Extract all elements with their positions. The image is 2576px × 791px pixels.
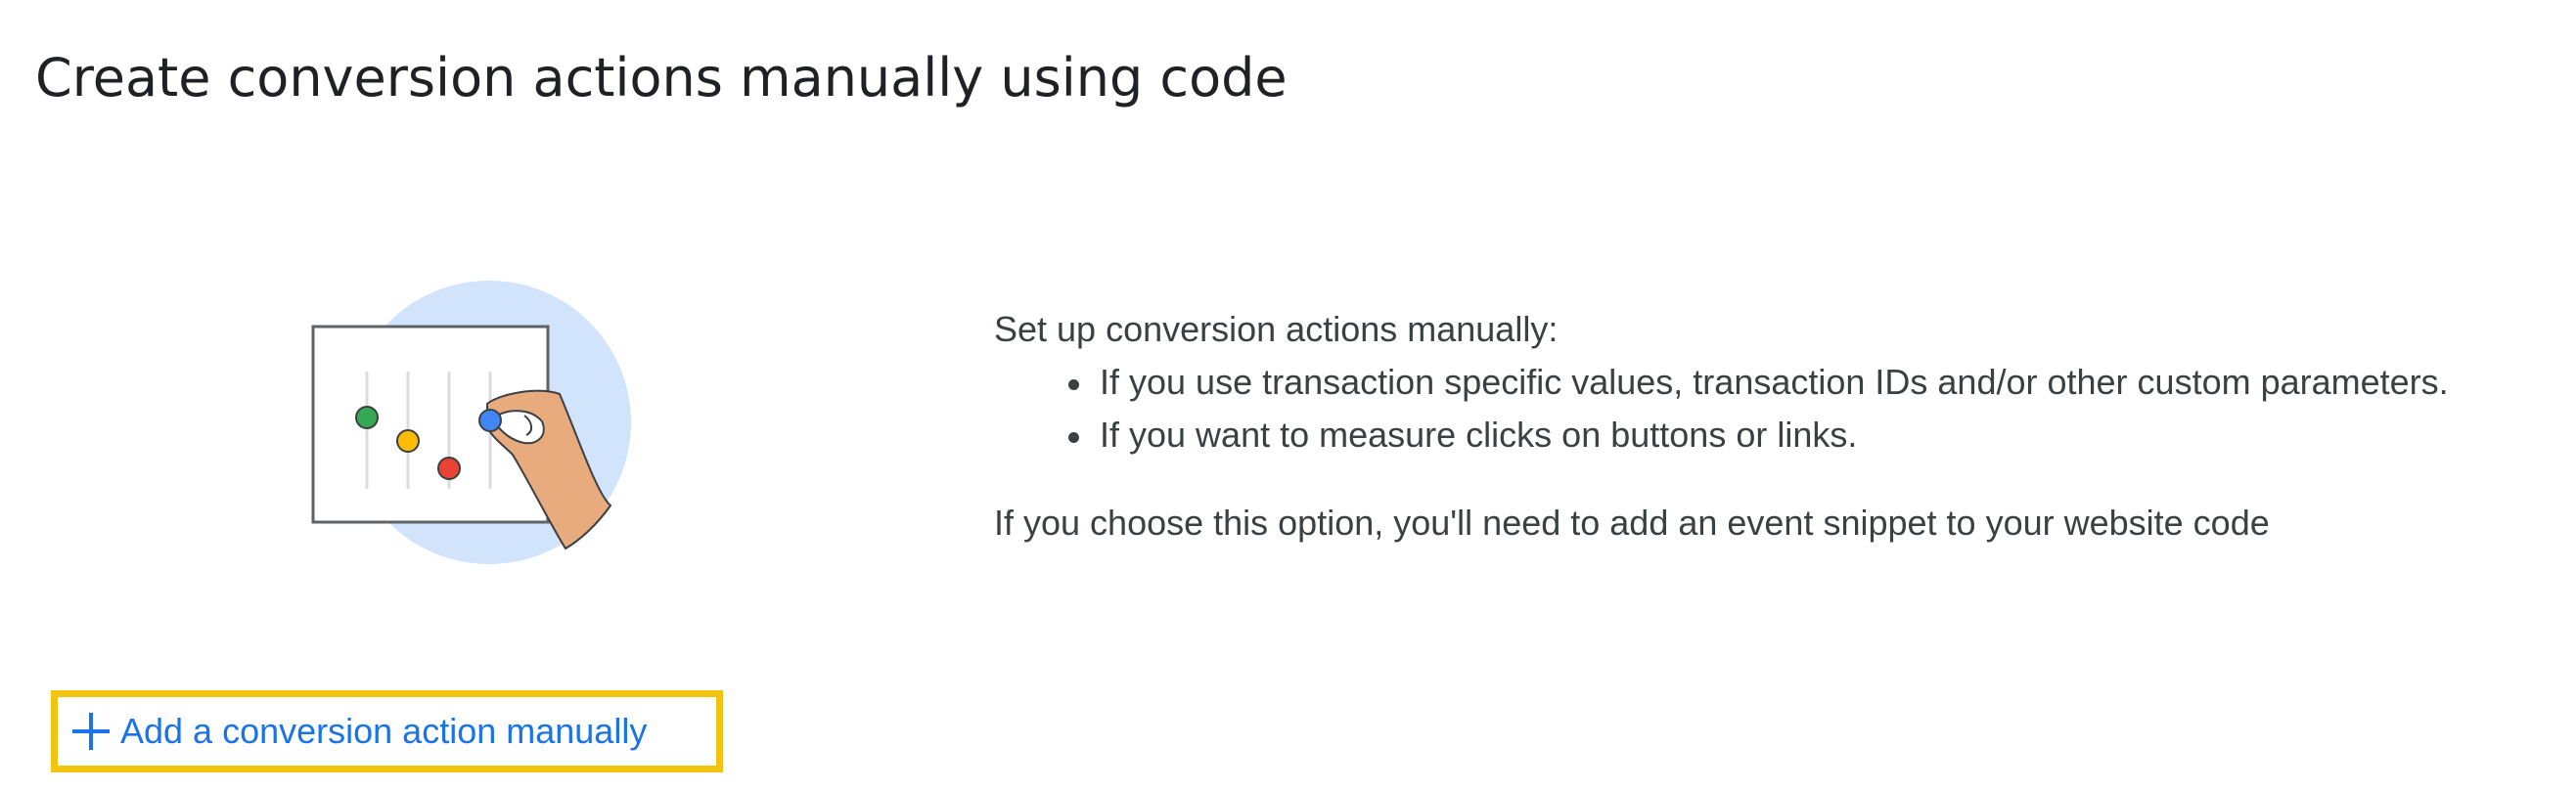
- red-slider-knob: [437, 457, 461, 480]
- page-title: Create conversion actions manually using…: [35, 47, 1288, 109]
- bullet-list: If you use transaction specific values, …: [994, 356, 2559, 461]
- bullet-text: If you want to measure clicks on buttons…: [1100, 415, 1858, 455]
- bullet-text: If you use transaction specific values, …: [1100, 362, 2449, 402]
- yellow-slider-knob: [396, 429, 420, 453]
- list-item: If you want to measure clicks on buttons…: [1068, 409, 2559, 461]
- blue-slider-knob: [478, 409, 502, 432]
- bullet-dot-icon: [1068, 432, 1079, 443]
- highlight-frame: Add a conversion action manually: [51, 690, 723, 772]
- equalizer-hand-illustration: [303, 279, 636, 572]
- add-conversion-action-button[interactable]: Add a conversion action manually: [69, 706, 647, 757]
- list-item: If you use transaction specific values, …: [1068, 356, 2559, 409]
- green-slider-knob: [355, 406, 379, 429]
- description-note: If you choose this option, you'll need t…: [994, 503, 2270, 543]
- add-conversion-action-label: Add a conversion action manually: [120, 711, 648, 751]
- bullet-dot-icon: [1068, 379, 1079, 390]
- description-intro: Set up conversion actions manually:: [994, 309, 1559, 349]
- description-panel: Set up conversion actions manually: If y…: [994, 303, 2559, 549]
- plus-icon: [69, 710, 113, 753]
